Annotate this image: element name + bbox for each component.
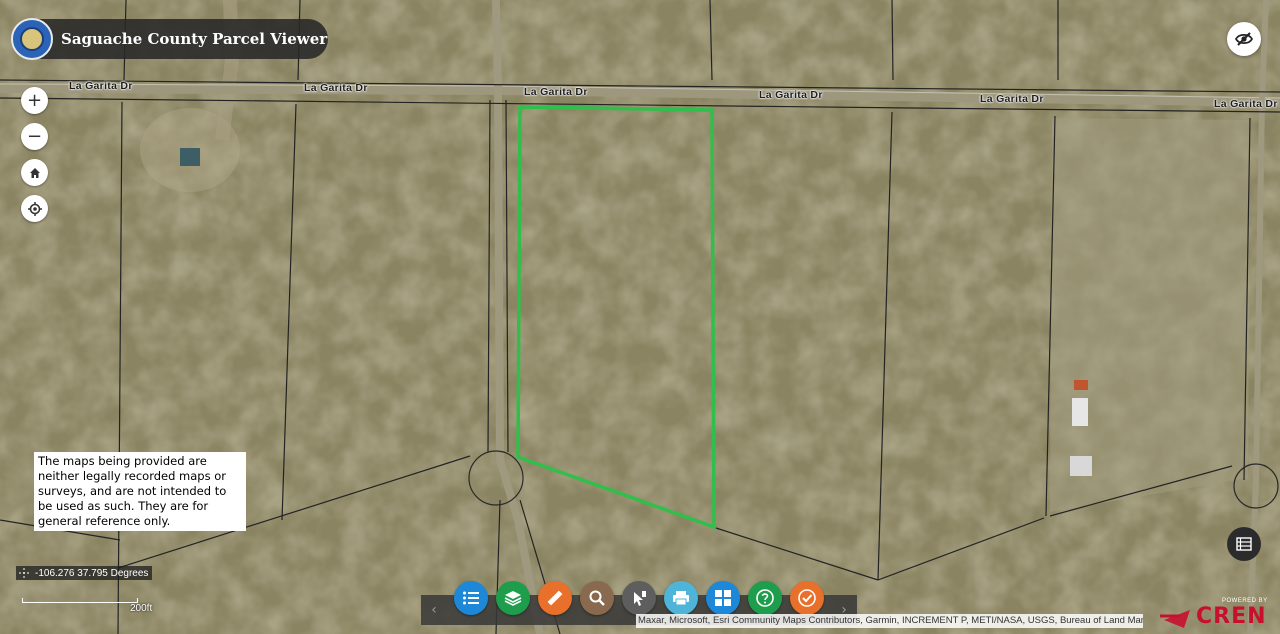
road-label: La Garita Dr bbox=[304, 82, 368, 94]
search-icon bbox=[589, 590, 605, 606]
home-icon bbox=[29, 167, 40, 178]
scale-label: 200ft bbox=[130, 603, 153, 614]
home-button[interactable] bbox=[21, 159, 48, 186]
coordinate-readout: -106.276 37.795 Degrees bbox=[16, 566, 153, 580]
toolbar-prev-button[interactable]: ‹ bbox=[423, 595, 445, 625]
road-label: La Garita Dr bbox=[524, 86, 588, 98]
county-seal-logo bbox=[11, 18, 53, 60]
check-icon bbox=[798, 589, 816, 607]
help-icon bbox=[756, 589, 774, 607]
zoom-out-button[interactable]: − bbox=[21, 123, 48, 150]
road-label: La Garita Dr bbox=[1214, 98, 1278, 110]
basemap-gallery-icon bbox=[715, 590, 731, 606]
toggle-visibility-button[interactable] bbox=[1227, 22, 1261, 56]
page-title: Saguache County Parcel Viewer bbox=[61, 30, 328, 48]
identify-button[interactable] bbox=[622, 581, 656, 615]
layer-list-icon bbox=[463, 591, 479, 605]
check-button[interactable] bbox=[790, 581, 824, 615]
cren-wordmark: CREN bbox=[1196, 604, 1267, 629]
crosshair-icon bbox=[19, 568, 29, 578]
map-nav-controls: + − bbox=[21, 87, 49, 231]
map-attribution: Maxar, Microsoft, Esri Community Maps Co… bbox=[636, 614, 1143, 628]
scale-bar: 200ft bbox=[22, 598, 152, 614]
measure-icon bbox=[547, 590, 563, 606]
layers-button[interactable] bbox=[496, 581, 530, 615]
search-button[interactable] bbox=[580, 581, 614, 615]
identify-icon bbox=[634, 591, 646, 606]
locate-icon bbox=[27, 201, 42, 216]
table-list-icon bbox=[1236, 537, 1252, 551]
print-icon bbox=[673, 591, 689, 606]
coordinate-value: -106.276 37.795 Degrees bbox=[35, 567, 149, 579]
attribute-table-button[interactable] bbox=[1227, 527, 1261, 561]
satellite-map[interactable] bbox=[0, 0, 1280, 634]
layer-list-button[interactable] bbox=[454, 581, 488, 615]
locate-button[interactable] bbox=[21, 195, 48, 222]
eye-off-icon bbox=[1235, 32, 1253, 46]
road-label: La Garita Dr bbox=[69, 80, 133, 92]
basemap-gallery-button[interactable] bbox=[706, 581, 740, 615]
layers-icon bbox=[504, 591, 522, 606]
disclaimer-text: The maps being provided are neither lega… bbox=[34, 452, 246, 531]
road-label: La Garita Dr bbox=[759, 89, 823, 101]
zoom-in-button[interactable]: + bbox=[21, 87, 48, 114]
road-label: La Garita Dr bbox=[980, 93, 1044, 105]
print-button[interactable] bbox=[664, 581, 698, 615]
measure-button[interactable] bbox=[538, 581, 572, 615]
help-button[interactable] bbox=[748, 581, 782, 615]
app-header: Saguache County Parcel Viewer bbox=[11, 18, 328, 60]
